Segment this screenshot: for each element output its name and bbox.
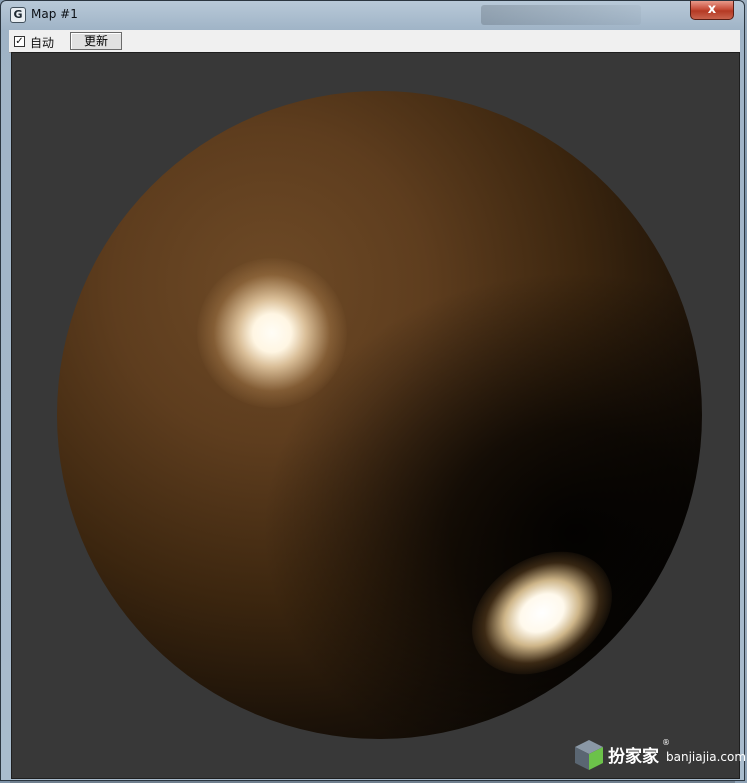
specular-highlight-main [197,258,347,408]
watermark-url: banjiajia.com [666,750,747,764]
cube-logo-icon [575,740,603,770]
background-window-blur [481,5,641,25]
title-bar[interactable]: G Map #1 x [1,1,744,30]
material-preview-sphere [57,91,702,739]
watermark-brand: 扮家家 [608,747,659,767]
window-title: Map #1 [31,7,78,21]
registered-mark: ® [662,738,670,747]
toolbar: ✓ 自动 更新 [9,30,740,53]
close-button[interactable]: x [690,1,734,20]
app-icon: G [10,7,26,23]
watermark: 扮家家 ® banjiajia.com [570,736,746,776]
auto-checkbox-label[interactable]: 自动 [30,34,54,51]
close-icon: x [707,2,717,17]
auto-checkbox[interactable]: ✓ [14,36,25,47]
update-button[interactable]: 更新 [70,32,122,50]
material-preview-viewport[interactable] [11,52,740,779]
checkmark-icon: ✓ [15,36,24,47]
material-map-window: G Map #1 x ✓ 自动 更新 [0,0,745,781]
